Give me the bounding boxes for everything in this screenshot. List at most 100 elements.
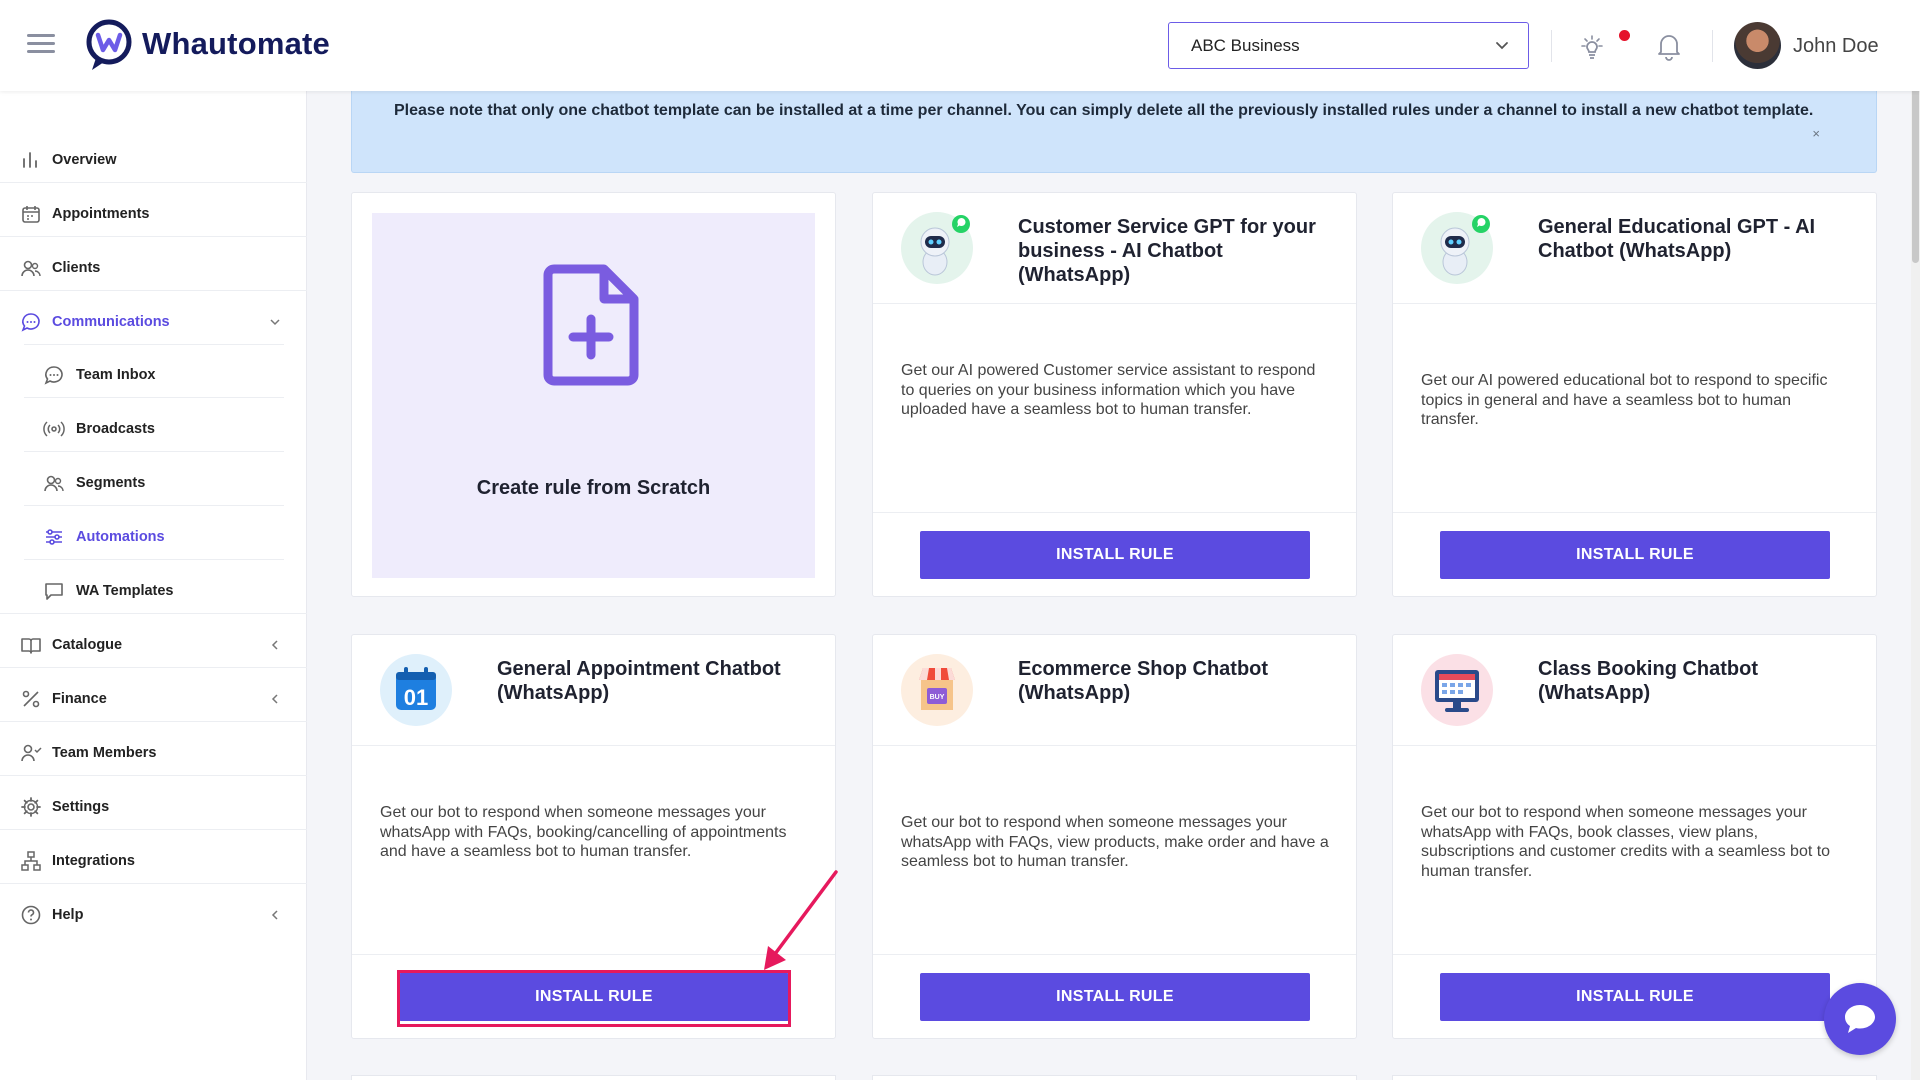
template-card: BUY Ecommerce Shop Chatbot (WhatsApp) Ge… — [872, 634, 1357, 1039]
header-separator — [1551, 30, 1552, 62]
create-from-scratch-button[interactable]: Create rule from Scratch — [372, 213, 815, 578]
install-rule-button[interactable]: INSTALL RULE — [920, 531, 1310, 579]
users-icon — [21, 260, 41, 277]
card-description: Get our AI powered educational bot to re… — [1421, 372, 1828, 428]
sidebar-item-label: Integrations — [52, 853, 135, 869]
template-card: 01 General Appointment Chatbot (WhatsApp… — [351, 634, 836, 1039]
sidebar: Overview Appointments Clients Communicat… — [0, 91, 307, 1080]
chat-widget-button[interactable] — [1824, 983, 1896, 1055]
sidebar-item-label: Finance — [52, 691, 107, 707]
sidebar-item-label: Team Inbox — [76, 367, 156, 383]
install-rule-button[interactable]: INSTALL RULE — [920, 973, 1310, 1021]
page-scrollbar[interactable] — [1911, 0, 1920, 1080]
chevron-left-icon — [271, 640, 278, 650]
notice-banner: Please note that only one chatbot templa… — [351, 91, 1877, 173]
sidebar-item-label: Clients — [52, 260, 101, 276]
monitor-calendar-icon — [1421, 654, 1493, 726]
robot-icon — [1421, 212, 1493, 284]
sidebar-item-broadcasts[interactable]: Broadcasts — [0, 402, 307, 456]
sidebar-item-label: Broadcasts — [76, 421, 155, 437]
business-select[interactable]: ABC Business — [1168, 22, 1529, 69]
file-plus-icon — [543, 264, 639, 386]
chat-bubble-icon — [1845, 1005, 1875, 1033]
calendar-icon — [22, 206, 40, 223]
bell-icon[interactable] — [1656, 31, 1682, 61]
top-header: Whautomate ABC Business John Doe — [0, 0, 1920, 91]
notice-text: Please note that only one chatbot templa… — [394, 102, 1814, 119]
bar-chart-icon — [23, 152, 37, 168]
card-title: General Appointment Chatbot (WhatsApp) — [497, 658, 781, 704]
card-description: Get our bot to respond when someone mess… — [380, 804, 787, 860]
logo-text: Whautomate — [142, 26, 330, 61]
business-select-value: ABC Business — [1191, 35, 1300, 55]
sidebar-item-label: Help — [52, 907, 84, 923]
sidebar-item-appointments[interactable]: Appointments — [0, 187, 307, 241]
card-description: Get our bot to respond when someone mess… — [901, 814, 1329, 870]
chevron-down-icon — [1496, 42, 1508, 50]
install-rule-button[interactable]: INSTALL RULE — [399, 973, 789, 1021]
card-header: Customer Service GPT for your business -… — [873, 193, 1356, 304]
card-header: BUY Ecommerce Shop Chatbot (WhatsApp) — [873, 635, 1356, 746]
sidebar-item-help[interactable]: Help — [0, 888, 307, 942]
install-rule-button[interactable]: INSTALL RULE — [1440, 973, 1830, 1021]
sidebar-item-finance[interactable]: Finance — [0, 672, 307, 726]
sidebar-item-label: Catalogue — [52, 637, 123, 653]
hamburger-menu-icon[interactable] — [27, 34, 55, 56]
book-icon — [21, 638, 41, 654]
create-from-scratch-card: Create rule from Scratch — [351, 192, 836, 597]
scratch-title: Create rule from Scratch — [476, 477, 711, 499]
chat-bubble-icon — [44, 366, 63, 385]
users-icon — [44, 475, 64, 492]
card-description: Get our bot to respond when someone mess… — [1421, 804, 1831, 880]
team-icon — [21, 744, 42, 762]
template-card: Class Booking Chatbot (WhatsApp) Get our… — [1392, 634, 1877, 1039]
sidebar-item-catalogue[interactable]: Catalogue — [0, 618, 307, 672]
sidebar-item-label: Automations — [76, 529, 165, 545]
card-header: 01 General Appointment Chatbot (WhatsApp… — [352, 635, 835, 746]
message-square-icon — [45, 583, 63, 600]
robot-icon — [901, 212, 973, 284]
sidebar-item-settings[interactable]: Settings — [0, 780, 307, 834]
chevron-left-icon — [271, 694, 278, 704]
sidebar-item-label: Settings — [52, 799, 110, 815]
user-name[interactable]: John Doe — [1793, 35, 1879, 58]
sidebar-item-integrations[interactable]: Integrations — [0, 834, 307, 888]
user-avatar[interactable] — [1734, 22, 1781, 69]
chat-bubble-icon — [21, 313, 40, 332]
sidebar-item-label: Communications — [52, 314, 170, 330]
sidebar-item-clients[interactable]: Clients — [0, 241, 307, 295]
percent-icon — [22, 690, 40, 708]
network-icon — [21, 851, 41, 871]
sliders-icon — [46, 529, 62, 545]
sidebar-item-communications[interactable]: Communications — [0, 295, 307, 349]
install-rule-button[interactable]: INSTALL RULE — [1440, 531, 1830, 579]
card-title: Ecommerce Shop Chatbot (WhatsApp) — [1018, 658, 1269, 704]
sidebar-item-wa-templates[interactable]: WA Templates — [0, 564, 307, 618]
calendar-01-icon: 01 — [380, 654, 452, 726]
help-icon — [21, 905, 41, 925]
lightbulb-icon[interactable] — [1578, 32, 1606, 62]
header-separator — [1712, 30, 1713, 62]
sidebar-item-overview[interactable]: Overview — [0, 133, 307, 187]
sidebar-item-team-members[interactable]: Team Members — [0, 726, 307, 780]
sidebar-item-label: Appointments — [52, 206, 150, 222]
calendar-date-label: 01 — [404, 685, 428, 710]
shop-icon: BUY — [901, 654, 973, 726]
sidebar-item-automations[interactable]: Automations — [0, 510, 307, 564]
gear-icon — [21, 797, 41, 817]
card-description: Get our AI powered Customer service assi… — [901, 362, 1316, 418]
sidebar-item-label: Overview — [52, 152, 117, 168]
card-header: Class Booking Chatbot (WhatsApp) — [1393, 635, 1876, 746]
next-row-cards — [351, 1075, 1877, 1080]
sidebar-item-label: WA Templates — [76, 583, 174, 599]
sidebar-item-label: Team Members — [52, 745, 157, 761]
sidebar-item-segments[interactable]: Segments — [0, 456, 307, 510]
card-title: Customer Service GPT for your business -… — [1018, 216, 1316, 286]
template-card: Customer Service GPT for your business -… — [872, 192, 1357, 597]
chevron-down-icon — [270, 319, 280, 326]
chevron-left-icon — [271, 910, 278, 920]
card-title: General Educational GPT - AI Chatbot (Wh… — [1538, 216, 1816, 262]
sidebar-item-team-inbox[interactable]: Team Inbox — [0, 348, 307, 402]
notice-close-icon[interactable]: × — [1812, 126, 1820, 141]
whautomate-logo-icon — [86, 19, 132, 70]
